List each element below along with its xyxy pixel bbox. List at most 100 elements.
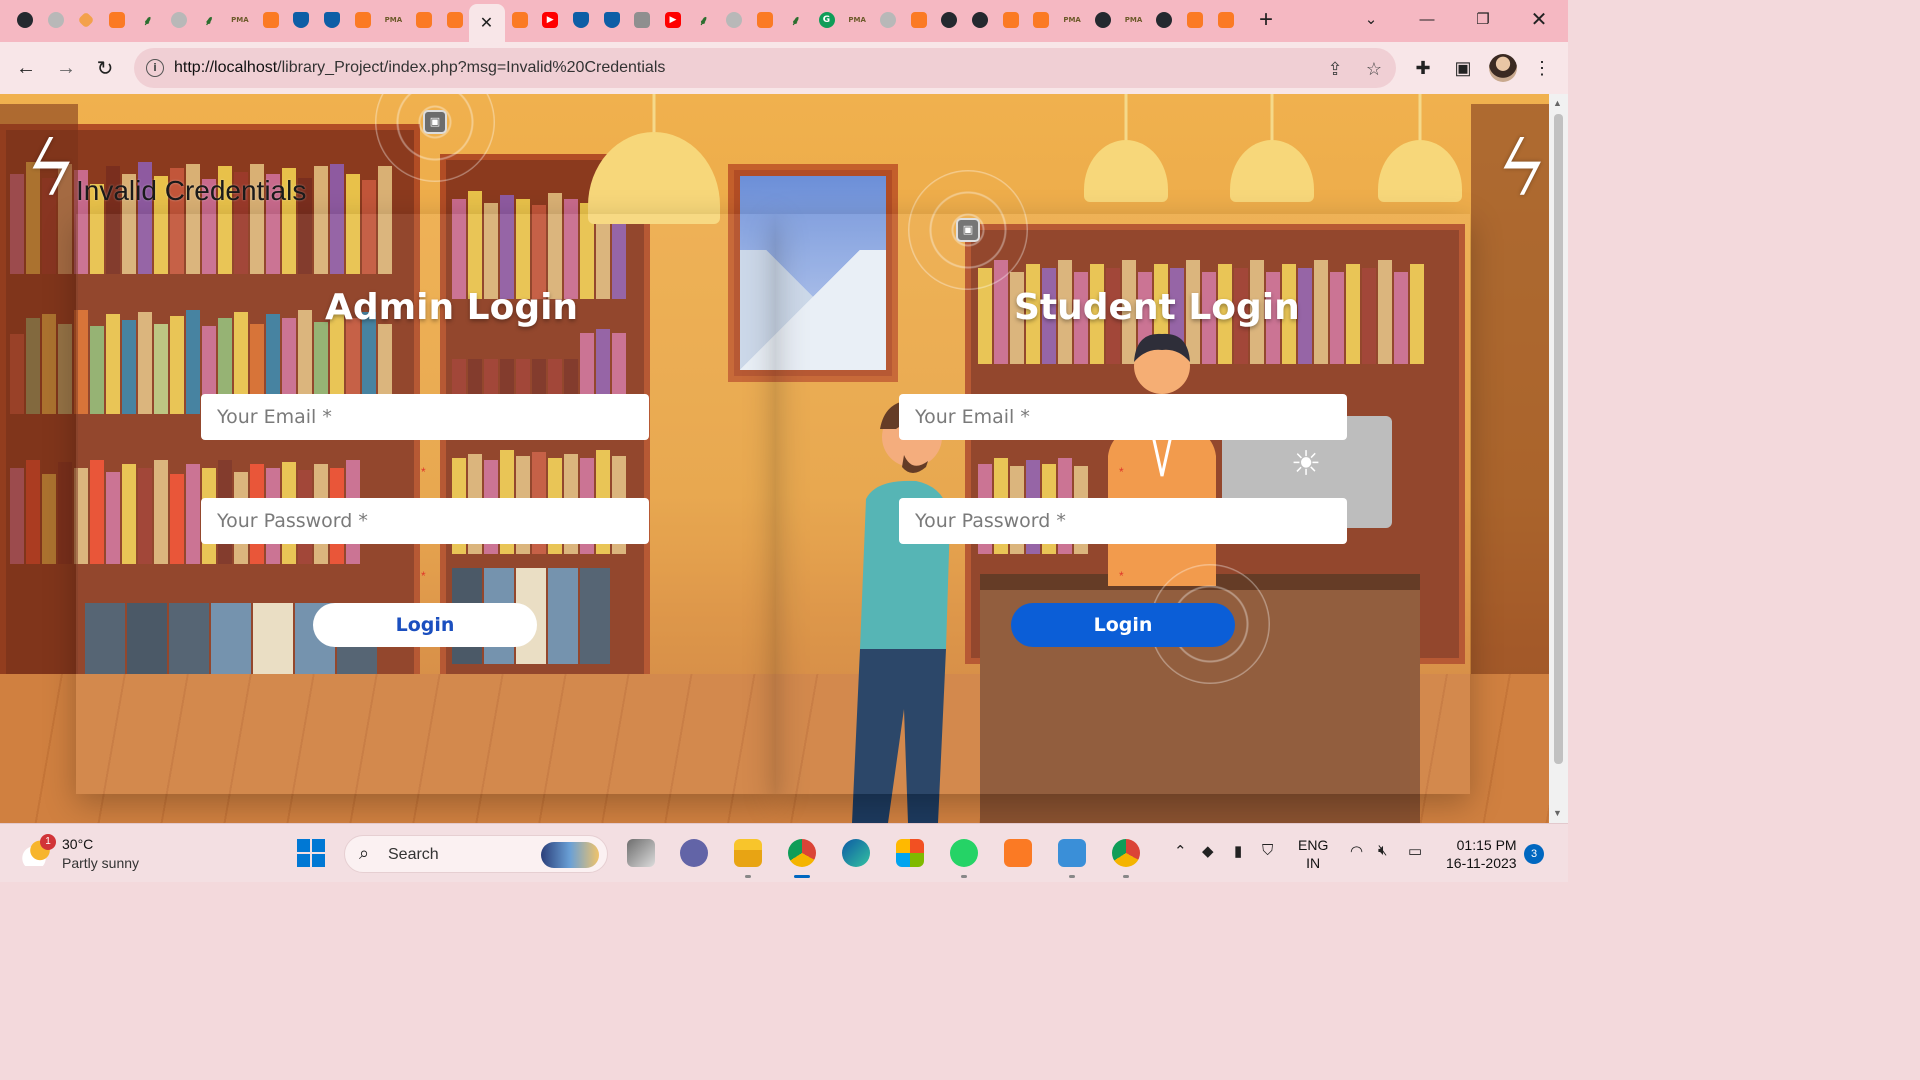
new-tab-button[interactable]: +: [1254, 6, 1278, 34]
language-indicator[interactable]: ENG IN: [1298, 836, 1328, 872]
tab-search-chevron-icon[interactable]: ⌄: [1356, 6, 1386, 32]
browser-tab[interactable]: [1092, 7, 1114, 33]
browser-tab[interactable]: [444, 7, 466, 33]
browser-tab[interactable]: [1215, 7, 1237, 33]
tray-app-icon[interactable]: ◆: [1202, 842, 1214, 860]
browser-tab[interactable]: ▶: [539, 7, 561, 33]
scroll-up-arrow-icon[interactable]: ▲: [1553, 98, 1562, 108]
file-explorer-icon[interactable]: [731, 836, 765, 878]
url-text[interactable]: http://localhost/library_Project/index.p…: [174, 59, 665, 77]
browser-tab[interactable]: [106, 7, 128, 33]
minimize-button[interactable]: —: [1412, 6, 1442, 32]
browser-tab[interactable]: [969, 7, 991, 33]
browser-tab[interactable]: [877, 7, 899, 33]
browser-tab[interactable]: [352, 7, 374, 33]
student-login-button[interactable]: Login: [1011, 603, 1235, 647]
browser-tab[interactable]: PMA: [1123, 7, 1145, 33]
wifi-icon[interactable]: ◠: [1350, 842, 1363, 860]
student-email-input[interactable]: [899, 394, 1347, 440]
browser-tab[interactable]: PMA: [382, 7, 404, 33]
scrollbar-thumb[interactable]: [1554, 114, 1563, 764]
browser-tab[interactable]: ⸙: [785, 7, 807, 33]
page-scrollbar[interactable]: ▲ ▼: [1549, 94, 1568, 823]
browser-tab[interactable]: [75, 7, 97, 33]
browser-tab[interactable]: PMA: [1061, 7, 1083, 33]
browser-tab[interactable]: [1000, 7, 1022, 33]
phpmyadmin-icon: PMA: [1124, 16, 1143, 24]
browser-tab[interactable]: [601, 7, 623, 33]
browser-tab[interactable]: [290, 7, 312, 33]
browser-tab[interactable]: PMA: [846, 7, 868, 33]
student-password-input[interactable]: [899, 498, 1347, 544]
xampp-taskbar-icon[interactable]: [1001, 836, 1035, 870]
browser-tab[interactable]: [908, 7, 930, 33]
browser-tab[interactable]: [938, 7, 960, 33]
browser-tab[interactable]: [1153, 7, 1175, 33]
admin-login-button[interactable]: Login: [313, 603, 537, 647]
task-view-icon[interactable]: [624, 836, 658, 870]
tab-close-icon[interactable]: ✕: [480, 13, 493, 33]
taskbar-search[interactable]: ⌕ Search: [344, 835, 608, 873]
clock[interactable]: 01:15 PM 16-11-2023: [1446, 836, 1517, 872]
browser-tab[interactable]: G: [816, 7, 838, 33]
battery-icon[interactable]: ▭: [1408, 842, 1422, 860]
menu-kebab-icon[interactable]: ⋮: [1530, 56, 1554, 80]
browser-tab[interactable]: [509, 7, 531, 33]
browser-tab[interactable]: ⸙: [693, 7, 715, 33]
extensions-puzzle-icon[interactable]: ✚: [1411, 56, 1435, 80]
browser-tab[interactable]: PMA: [229, 7, 251, 33]
browser-tab[interactable]: [1030, 7, 1052, 33]
show-hidden-icons-chevron[interactable]: ⌃: [1174, 842, 1187, 860]
address-bar[interactable]: i http://localhost/library_Project/index…: [134, 48, 1396, 88]
back-arrow-icon[interactable]: ←: [12, 54, 40, 82]
date: 16-11-2023: [1446, 855, 1517, 871]
share-icon[interactable]: ⇪: [1324, 58, 1346, 80]
notepad-icon[interactable]: [1055, 836, 1089, 878]
search-label: Search: [388, 846, 439, 863]
admin-email-input[interactable]: [201, 394, 649, 440]
reload-icon[interactable]: ↻: [91, 54, 119, 82]
gray-globe-icon: [726, 12, 743, 28]
browser-tab[interactable]: [260, 7, 282, 33]
browser-tab[interactable]: [168, 7, 190, 33]
scroll-down-arrow-icon[interactable]: ▼: [1553, 808, 1562, 818]
browser-tab[interactable]: ▶: [662, 7, 684, 33]
phpmyadmin-icon: PMA: [848, 16, 866, 24]
site-info-icon[interactable]: i: [146, 59, 164, 77]
close-window-button[interactable]: ✕: [1524, 6, 1554, 32]
teams-chat-icon[interactable]: [677, 836, 711, 870]
windows-start-icon[interactable]: [297, 839, 325, 867]
browser-tab[interactable]: [723, 7, 745, 33]
active-tab[interactable]: ✕: [468, 4, 505, 42]
xampp-icon: [262, 12, 279, 28]
browser-tab[interactable]: [1184, 7, 1206, 33]
weather-widget[interactable]: 1 30°C Partly sunny: [22, 834, 182, 874]
chrome-icon: [1156, 12, 1173, 28]
browser-tab[interactable]: ⸙: [198, 7, 220, 33]
microsoft-store-icon[interactable]: [893, 836, 927, 870]
browser-tab[interactable]: [321, 7, 343, 33]
browser-tab[interactable]: ⸙: [137, 7, 159, 33]
browser-tab[interactable]: [570, 7, 592, 33]
browser-tab[interactable]: [45, 7, 67, 33]
admin-password-input[interactable]: [201, 498, 649, 544]
volume-muted-icon[interactable]: 🔇︎: [1378, 842, 1387, 859]
hotspot-chip-icon[interactable]: ▣: [423, 110, 447, 134]
profile-avatar[interactable]: [1489, 54, 1517, 82]
chrome-profile-icon[interactable]: [1109, 836, 1143, 878]
forward-arrow-icon[interactable]: →: [52, 54, 80, 82]
browser-tab[interactable]: [413, 7, 435, 33]
browser-tab[interactable]: [14, 7, 36, 33]
tray-security-icon[interactable]: ▮: [1234, 842, 1242, 860]
defender-shield-icon[interactable]: ⛉: [1262, 842, 1273, 859]
side-panel-icon[interactable]: ▣: [1451, 56, 1475, 80]
admin-login-title: Admin Login: [325, 287, 579, 328]
chrome-taskbar-icon[interactable]: [785, 836, 819, 878]
bookmark-star-icon[interactable]: ☆: [1363, 58, 1385, 80]
whatsapp-icon[interactable]: [947, 836, 981, 878]
restore-button[interactable]: ❐: [1468, 6, 1498, 32]
notification-badge[interactable]: 3: [1524, 844, 1544, 864]
browser-tab[interactable]: [754, 7, 776, 33]
browser-tab[interactable]: [631, 7, 653, 33]
edge-icon[interactable]: [839, 836, 873, 870]
